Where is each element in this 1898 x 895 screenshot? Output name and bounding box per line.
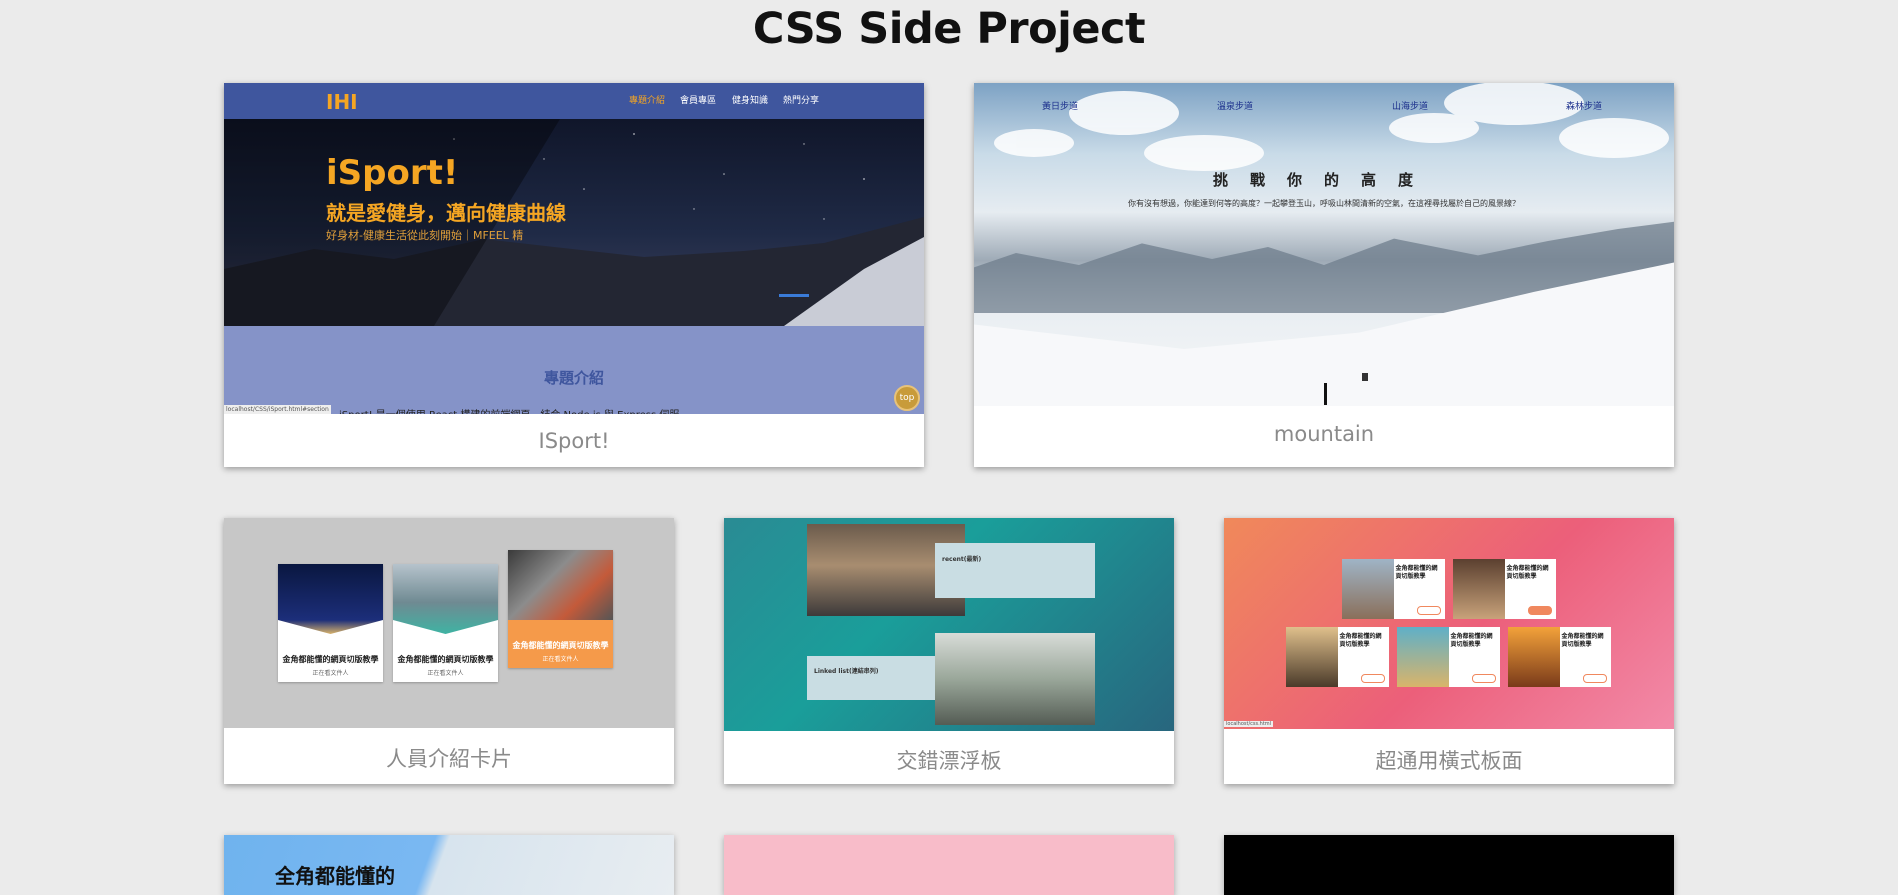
status-url: localhost/CSS/iSport.html#section [224, 405, 331, 414]
mountain-image [1342, 559, 1394, 619]
mini-card-sub: 正在看文件人 [312, 670, 349, 677]
project-card-mountain[interactable]: 黃日步道 溫泉步道 山海步道 森林步道 挑戰你的高度 你有沒有想過，你能達到何等… [974, 83, 1674, 467]
status-url: localhost/css.html [1224, 721, 1274, 727]
project-caption-people: 人員介紹卡片 [386, 747, 512, 771]
isport-nav-item: 會員專區 [680, 96, 717, 106]
horizontal-mini-card: 金角都能懂的網頁切版教學 [1342, 559, 1445, 619]
mountain-nav-item: 溫泉步道 [1217, 102, 1254, 112]
horizontal-card-title: 金角都能懂的網頁切版教學 [1506, 565, 1549, 580]
mini-profile-card-active: 金角都能懂的網頁切版教學 正在看文件人 [508, 550, 613, 668]
horizontal-card-button [1417, 606, 1441, 615]
project-thumbnail-horizontal: 金角都能懂的網頁切版教學 金角都能懂的網頁切版教學 金角都能懂的網頁切版教學 金… [1224, 518, 1674, 729]
partial-card-heading: 全角都能懂的 [275, 864, 395, 888]
horizontal-mini-card: 金角都能懂的網頁切版教學 [1286, 627, 1389, 687]
mini-card-title: 金角都能懂的網頁切版教學 [282, 655, 379, 664]
project-caption-isport: ISport! [538, 429, 610, 453]
project-card-horizontal[interactable]: 金角都能懂的網頁切版教學 金角都能懂的網頁切版教學 金角都能懂的網頁切版教學 金… [1224, 518, 1674, 784]
interior-plant-image [935, 633, 1095, 725]
alley-image [1453, 559, 1505, 619]
isport-logo: IHI [326, 90, 358, 114]
floating-box-title: Linked list(連結串列) [814, 668, 879, 675]
horizontal-card-button [1472, 674, 1496, 683]
project-thumbnail-people: 金角都能懂的網頁切版教學 正在看文件人 金角都能懂的網頁切版教學 正在看文件人 … [224, 518, 674, 728]
isport-hero-subtitle: 就是愛健身，邁向健康曲線 [326, 201, 566, 225]
isport-nav-item: 熱門分享 [783, 96, 820, 106]
project-thumbnail-floating: recent(最新) Linked list(連結串列) [724, 518, 1174, 731]
mountain-nav-item: 森林步道 [1566, 102, 1603, 112]
project-card-floating[interactable]: recent(最新) Linked list(連結串列) 交錯漂浮板 [724, 518, 1174, 784]
page-title: CSS Side Project [752, 4, 1146, 54]
mini-profile-card: 金角都能懂的網頁切版教學 正在看文件人 [278, 564, 383, 682]
mountain-subline: 你有沒有想過，你能達到何等的高度？一起攀登玉山，呼吸山林間清新的空氣，在這裡尋找… [1128, 199, 1520, 208]
project-thumbnail-isport: IHI 專題介紹 會員專區 健身知識 熱門分享 iSport! 就是愛健身，邁向… [224, 83, 924, 414]
isport-hero-title: iSport! [326, 153, 459, 193]
horizontal-card-button [1528, 606, 1552, 615]
sunset-person-image [1286, 627, 1338, 687]
scroll-top-button: top [894, 385, 920, 411]
horizontal-card-button [1583, 674, 1607, 683]
horizontal-card-title: 金角都能懂的網頁切版教學 [1450, 633, 1493, 648]
hiker-figure [1324, 383, 1327, 405]
mini-card-sub: 正在看文件人 [427, 670, 464, 677]
project-card-people[interactable]: 金角都能懂的網頁切版教學 正在看文件人 金角都能懂的網頁切版教學 正在看文件人 … [224, 518, 674, 784]
horizontal-mini-card: 金角都能懂的網頁切版教學 [1397, 627, 1500, 687]
project-caption-floating: 交錯漂浮板 [896, 749, 1002, 773]
hiker-figure [1362, 373, 1368, 381]
isport-section-text: iSport! 是一個使用 React 構建的前端網頁，結合 Node.js 與… [339, 406, 679, 414]
horizontal-card-title: 金角都能懂的網頁切版教學 [1561, 633, 1604, 648]
horizontal-mini-card: 金角都能懂的網頁切版教學 [1508, 627, 1611, 687]
mini-card-title: 金角都能懂的網頁切版教學 [397, 655, 494, 664]
isport-section-title: 專題介紹 [543, 369, 604, 387]
floating-text-box [935, 543, 1095, 598]
mini-card-sub: 正在看文件人 [542, 656, 579, 663]
horizontal-mini-card: 金角都能懂的網頁切版教學 [1453, 559, 1556, 619]
project-caption-horizontal: 超通用橫式板面 [1375, 749, 1523, 773]
horizontal-card-title: 金角都能懂的網頁切版教學 [1395, 565, 1438, 580]
lagoon-image [393, 564, 498, 634]
isport-hero-image: iSport! 就是愛健身，邁向健康曲線 好身材-健康生活從此刻開始｜MFEEL… [224, 119, 924, 326]
mountain-nav-item: 黃日步道 [1042, 102, 1079, 112]
project-card-partial[interactable]: 全角都能懂的 [224, 835, 674, 895]
desk-items-image [508, 550, 613, 620]
mini-profile-card: 金角都能懂的網頁切版教學 正在看文件人 [393, 564, 498, 682]
floating-box-title: recent(最新) [942, 556, 982, 563]
isport-nav-item: 健身知識 [732, 96, 769, 106]
fireworks-image [278, 564, 383, 634]
mini-card-title: 金角都能懂的網頁切版教學 [512, 641, 609, 650]
horizontal-card-title: 金角都能懂的網頁切版教學 [1339, 633, 1382, 648]
mountain-nav-item: 山海步道 [1392, 102, 1429, 112]
cloud-image [994, 83, 1669, 171]
isport-hero-tagline: 好身材-健康生活從此刻開始｜MFEEL 精 [326, 229, 524, 242]
project-card-partial[interactable] [724, 835, 1174, 895]
mountain-headline: 挑戰你的高度 [1212, 171, 1435, 189]
isport-nav-item: 專題介紹 [629, 96, 666, 106]
project-card-isport[interactable]: IHI 專題介紹 會員專區 健身知識 熱門分享 iSport! 就是愛健身，邁向… [224, 83, 924, 467]
project-thumbnail-mountain: 黃日步道 溫泉步道 山海步道 森林步道 挑戰你的高度 你有沒有想過，你能達到何等… [974, 83, 1674, 406]
beach-image [1397, 627, 1449, 687]
heart-hands-image [1508, 627, 1560, 687]
horizontal-card-button [1361, 674, 1385, 683]
project-card-partial[interactable] [1224, 835, 1674, 895]
project-caption-mountain: mountain [1273, 422, 1375, 446]
